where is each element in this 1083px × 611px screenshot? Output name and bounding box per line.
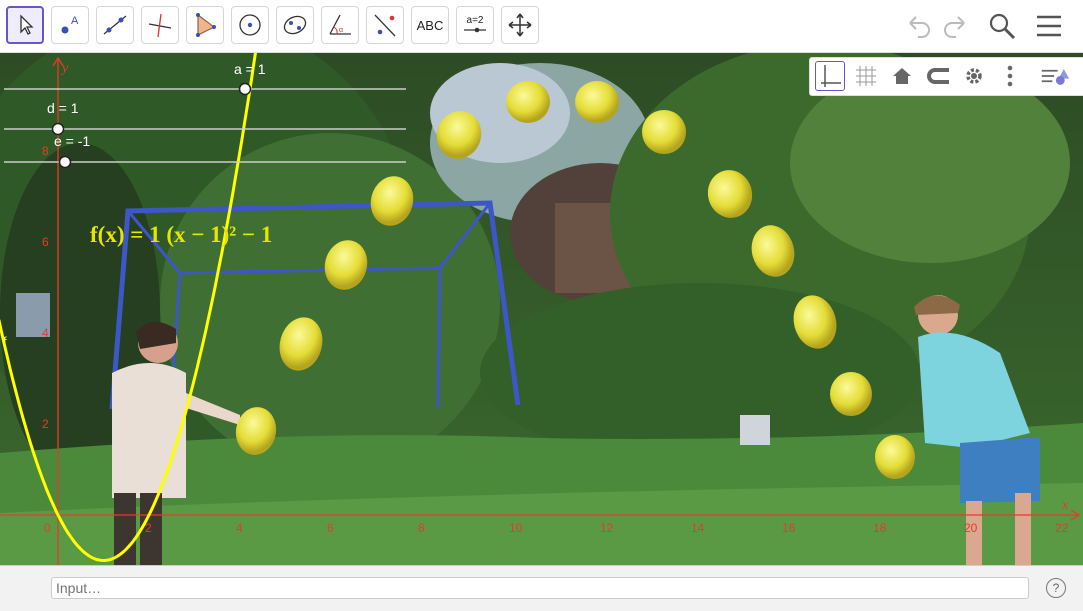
svg-text:α: α: [339, 27, 343, 34]
slider-tool-label: a=2: [467, 15, 484, 26]
point-capturing-button[interactable]: [923, 61, 953, 91]
line-tool-button[interactable]: [96, 6, 134, 44]
redo-icon: [944, 16, 965, 38]
graphics-style-bar: [809, 57, 1083, 96]
slider-d-label: d = 1: [47, 100, 79, 116]
redo-button[interactable]: [938, 10, 972, 42]
text-tool-button[interactable]: ABC: [411, 6, 449, 44]
hamburger-menu-icon: [1037, 15, 1061, 37]
graphics-view[interactable]: y x 0 2 4 6 8 10 12 14 16 18 20 22 2468 f f(x) = 1 …: [0, 53, 1083, 565]
y-tick-labels: 2 4 6 8: [42, 144, 49, 431]
slider-icon: a=2: [464, 15, 486, 33]
x-tick-label: 8: [418, 521, 425, 535]
point-tool-button[interactable]: A: [51, 6, 89, 44]
home-icon: [893, 68, 911, 84]
angle-tool-button[interactable]: α: [321, 6, 359, 44]
y-tick-label: 8: [42, 144, 49, 158]
search-icon: [989, 13, 1016, 40]
style-bar-toggle-icon: [1041, 68, 1070, 85]
polygon-tool-button[interactable]: [186, 6, 224, 44]
undo-icon: [909, 16, 930, 38]
toggle-axes-button[interactable]: [815, 61, 845, 91]
perpendicular-tool-button[interactable]: [141, 6, 179, 44]
circle-tool-button[interactable]: [231, 6, 269, 44]
x-tick-label: 6: [327, 521, 334, 535]
circle-icon: [239, 14, 261, 36]
gear-icon: [966, 68, 982, 84]
x-tick-label: 18: [873, 521, 887, 535]
toggle-grid-button[interactable]: [851, 61, 881, 91]
standard-view-button[interactable]: [887, 61, 917, 91]
y-tick-label: 6: [42, 235, 49, 249]
text-tool-label: ABC: [416, 17, 444, 33]
slider-tool-button[interactable]: a=2: [456, 6, 494, 44]
y-tick-label: 2: [42, 417, 49, 431]
function-definition-text[interactable]: f(x) = 1 (x − 1)² − 1: [90, 222, 272, 247]
x-tick-label: 20: [964, 521, 978, 535]
slider-e-handle[interactable]: [58, 155, 72, 169]
style-bar-toggle-button[interactable]: [1040, 61, 1070, 91]
ellipse-tool-button[interactable]: [276, 6, 314, 44]
input-bar: ?: [0, 565, 1083, 611]
x-tick-label: 22: [1055, 521, 1069, 535]
reflect-tool-button[interactable]: [366, 6, 404, 44]
x-tick-label: 10: [509, 521, 523, 535]
x-tick-label: 4: [236, 521, 243, 535]
x-tick-label: 12: [600, 521, 614, 535]
x-tick-label: 16: [782, 521, 796, 535]
reflect-about-line-icon: [374, 14, 396, 37]
x-tick-label: 0: [44, 521, 51, 535]
axes-icon: [821, 65, 841, 87]
more-options-button[interactable]: [995, 61, 1025, 91]
toolbar: A α ABC a=2: [0, 0, 1083, 53]
slider-e-label: e = -1: [54, 133, 90, 149]
perpendicular-line-icon: [148, 13, 172, 38]
curve-name-label: f: [3, 334, 7, 349]
angle-icon: α: [329, 14, 351, 35]
grid-icon: [856, 66, 876, 86]
graph-overlay: y x 0 2 4 6 8 10 12 14 16 18 20 22 2468 f f(x) = 1 …: [0, 53, 1081, 565]
slider-a-label: a = 1: [234, 61, 266, 77]
polygon-icon: [196, 13, 216, 37]
cursor-arrow-icon: [20, 14, 34, 35]
x-axis-label: x: [1061, 498, 1069, 513]
move-arrows-icon: [508, 13, 532, 37]
main-menu-button[interactable]: [1032, 10, 1066, 42]
ellipse-icon: [283, 15, 307, 35]
graphics-settings-button[interactable]: [959, 61, 989, 91]
move-view-tool-button[interactable]: [501, 6, 539, 44]
x-tick-labels: 0 2 4 6 8 10 12 14 16 18 20 22: [44, 521, 1069, 535]
help-button[interactable]: ?: [1046, 578, 1066, 598]
svg-text:A: A: [71, 15, 79, 27]
undo-button[interactable]: [902, 10, 936, 42]
move-tool-button[interactable]: [6, 6, 44, 44]
search-button[interactable]: [985, 10, 1019, 42]
y-axis-label: y: [60, 61, 69, 76]
line-icon: [103, 15, 127, 35]
point-icon: A: [61, 15, 79, 34]
x-tick-label: 14: [691, 521, 705, 535]
more-vertical-icon: [1007, 65, 1013, 87]
algebra-input-field[interactable]: [51, 577, 1029, 599]
slider-a-handle[interactable]: [238, 82, 252, 96]
y-tick-label: 4: [42, 326, 49, 340]
magnet-icon: [927, 68, 949, 84]
